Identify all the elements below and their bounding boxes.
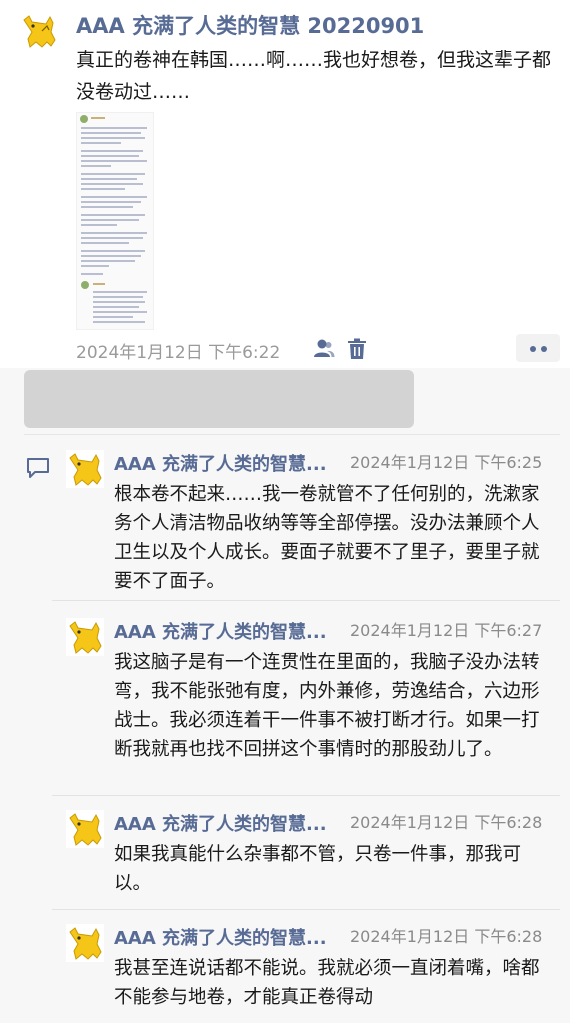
comment-author[interactable]: AAA 充满了人类的智慧... <box>114 810 327 836</box>
comment-author[interactable]: AAA 充满了人类的智慧... <box>114 618 327 644</box>
post-text: 真正的卷神在韩国……啊……我也好想卷，但我这辈子都没卷动过…… <box>76 49 552 103</box>
comment-text: 我甚至连说话都不能说。我就必须一直闭着嘴，啥都不能参与地卷，才能真正卷得动 <box>114 958 540 1008</box>
post-author-name[interactable]: AAA 充满了人类的智慧 20220901 <box>76 10 424 40</box>
visibility-user-icon[interactable] <box>313 338 335 358</box>
more-dot-icon <box>541 346 547 352</box>
comment-text: 根本卷不起来……我一卷就管不了任何别的，洗漱家务个人清洁物品收纳等等全部停摆。没… <box>114 484 540 592</box>
comment-divider <box>52 795 560 796</box>
more-dot-icon <box>530 346 536 352</box>
post-image-thumbnail[interactable] <box>76 112 154 330</box>
comment-author[interactable]: AAA 充满了人类的智慧... <box>114 924 327 950</box>
comment-timestamp: 2024年1月12日 下午6:28 <box>350 927 543 946</box>
comment-timestamp: 2024年1月12日 下午6:27 <box>350 621 543 640</box>
comment-text: 我这脑子是有一个连贯性在里面的，我脑子没办法转弯，我不能张弛有度，内外兼修，劳逸… <box>114 652 540 760</box>
delete-trash-icon[interactable] <box>347 338 367 360</box>
comment-avatar[interactable] <box>66 924 104 962</box>
comment-timestamp: 2024年1月12日 下午6:28 <box>350 813 543 832</box>
comment-author[interactable]: AAA 充满了人类的智慧... <box>114 450 327 476</box>
comment-avatar[interactable] <box>66 450 104 488</box>
post-author-avatar[interactable] <box>20 12 58 50</box>
comment-timestamp: 2024年1月12日 下午6:25 <box>350 453 543 472</box>
more-actions-button[interactable] <box>516 334 560 362</box>
comment-text: 如果我真能什么杂事都不管，只卷一件事，那我可以。 <box>114 844 522 894</box>
comment-divider <box>52 909 560 910</box>
comment-divider <box>52 600 560 601</box>
comment-avatar[interactable] <box>66 810 104 848</box>
post-timestamp: 2024年1月12日 下午6:22 <box>76 343 281 363</box>
likes-bar-redacted <box>24 370 414 428</box>
comment-avatar[interactable] <box>66 618 104 656</box>
comments-section: AAA 充满了人类的智慧... 2024年1月12日 下午6:25 根本卷不起来… <box>0 368 570 1023</box>
comment-bubble-icon <box>26 457 50 479</box>
divider <box>24 434 560 435</box>
